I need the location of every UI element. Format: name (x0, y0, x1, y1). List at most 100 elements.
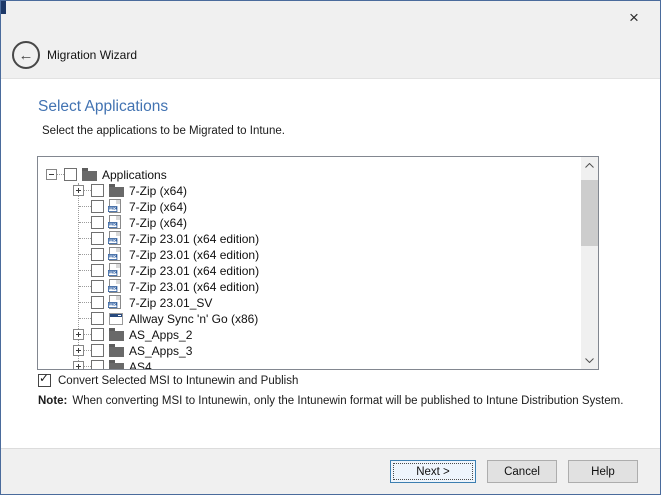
msi-badge: MSI (108, 270, 117, 276)
help-button[interactable]: Help (568, 460, 638, 483)
expander-plus-icon[interactable] (73, 361, 84, 369)
tree-item-label[interactable]: 7-Zip (x64) (129, 200, 187, 214)
migration-wizard-window: × ← Migration Wizard Select Applications… (0, 0, 661, 495)
tree-item-label[interactable]: Applications (102, 168, 167, 182)
cancel-button[interactable]: Cancel (487, 460, 557, 483)
tree-item[interactable]: MSI 7-Zip 23.01_SV (38, 295, 581, 311)
app-window-icon (109, 313, 123, 325)
tree-item[interactable]: AS_Apps_3 (38, 343, 581, 359)
tree-checkbox[interactable] (91, 216, 104, 229)
tree-item-label[interactable]: 7-Zip 23.01_SV (129, 296, 212, 310)
note-text: Note:When converting MSI to Intunewin, o… (38, 395, 623, 407)
folder-icon (82, 171, 97, 181)
msi-badge: MSI (108, 254, 117, 260)
tree-connector (79, 302, 91, 303)
tree-item[interactable]: MSI 7-Zip 23.01 (x64 edition) (38, 247, 581, 263)
folder-icon (109, 363, 124, 369)
wizard-header: ← Migration Wizard (1, 31, 660, 79)
tree-checkbox[interactable] (91, 296, 104, 309)
msi-icon: MSI (109, 231, 121, 245)
tree-connector (79, 206, 91, 207)
tree-checkbox[interactable] (91, 184, 104, 197)
tree-connector (79, 254, 91, 255)
tree-checkbox[interactable] (64, 168, 77, 181)
tree-item[interactable]: MSI 7-Zip 23.01 (x64 edition) (38, 279, 581, 295)
close-button[interactable]: × (618, 6, 650, 29)
msi-badge: MSI (108, 238, 117, 244)
tree-connector (79, 318, 91, 319)
folder-icon (109, 331, 124, 341)
wizard-title: Migration Wizard (47, 31, 137, 78)
msi-icon: MSI (109, 295, 121, 309)
checkmark-icon: ✓ (39, 372, 49, 385)
msi-badge: MSI (108, 302, 117, 308)
convert-checkbox[interactable]: ✓ (38, 374, 51, 387)
tree-item-label[interactable]: AS_Apps_2 (129, 328, 192, 342)
tree-checkbox[interactable] (91, 200, 104, 213)
titlebar: × (1, 1, 660, 31)
msi-badge: MSI (108, 286, 117, 292)
folder-icon (109, 187, 124, 197)
msi-icon: MSI (109, 247, 121, 261)
convert-checkbox-label[interactable]: Convert Selected MSI to Intunewin and Pu… (58, 375, 298, 387)
footer-button-bar: Next > Cancel Help (1, 448, 660, 494)
msi-badge: MSI (108, 206, 117, 212)
tree-item[interactable]: MSI 7-Zip 23.01 (x64 edition) (38, 231, 581, 247)
expander-plus-icon[interactable] (73, 329, 84, 340)
tree-connector (79, 222, 91, 223)
expander-plus-icon[interactable] (73, 345, 84, 356)
tree-item-label[interactable]: 7-Zip (x64) (129, 216, 187, 230)
tree-checkbox[interactable] (91, 344, 104, 357)
tree-checkbox[interactable] (91, 264, 104, 277)
tree-checkbox[interactable] (91, 280, 104, 293)
tree-checkbox[interactable] (91, 312, 104, 325)
applications-tree[interactable]: Applications7-Zip (x64)MSI7-Zip (x64)MSI… (37, 156, 599, 370)
tree-item-label[interactable]: 7-Zip 23.01 (x64 edition) (129, 280, 259, 294)
chevron-up-icon (585, 163, 594, 168)
tree-item-label[interactable]: 7-Zip 23.01 (x64 edition) (129, 264, 259, 278)
folder-icon (109, 347, 124, 357)
chevron-down-icon (585, 358, 594, 363)
tree-connector (79, 286, 91, 287)
tree-item[interactable]: AS_Apps_2 (38, 327, 581, 343)
tree-item-label[interactable]: 7-Zip 23.01 (x64 edition) (129, 232, 259, 246)
tree-checkbox[interactable] (91, 232, 104, 245)
tree-item-label[interactable]: AS4 (129, 360, 152, 369)
tree-item-label[interactable]: Allway Sync 'n' Go (x86) (129, 312, 258, 326)
tree-item[interactable]: 7-Zip (x64) (38, 183, 581, 199)
tree-checkbox[interactable] (91, 360, 104, 369)
tree-item[interactable]: Allway Sync 'n' Go (x86) (38, 311, 581, 327)
tree-connector (79, 270, 91, 271)
msi-icon: MSI (109, 215, 121, 229)
window-accent-corner (1, 1, 6, 14)
page-title: Select Applications (38, 98, 168, 116)
msi-icon: MSI (109, 263, 121, 277)
tree-rows: Applications7-Zip (x64)MSI7-Zip (x64)MSI… (38, 157, 581, 369)
tree-item[interactable]: MSI 7-Zip (x64) (38, 215, 581, 231)
tree-item[interactable]: Applications (38, 167, 581, 183)
close-icon: × (629, 8, 639, 28)
expander-minus-icon[interactable] (46, 169, 57, 180)
scrollbar-thumb[interactable] (581, 180, 598, 246)
msi-icon: MSI (109, 279, 121, 293)
expander-plus-icon[interactable] (73, 185, 84, 196)
tree-item-label[interactable]: AS_Apps_3 (129, 344, 192, 358)
instruction-text: Select the applications to be Migrated t… (42, 125, 285, 137)
tree-connector (79, 238, 91, 239)
tree-scrollbar[interactable] (581, 157, 598, 369)
tree-checkbox[interactable] (91, 248, 104, 261)
tree-item[interactable]: MSI 7-Zip 23.01 (x64 edition) (38, 263, 581, 279)
note-body: When converting MSI to Intunewin, only t… (72, 395, 623, 407)
tree-item[interactable]: MSI 7-Zip (x64) (38, 199, 581, 215)
back-arrow-icon: ← (19, 48, 34, 63)
tree-checkbox[interactable] (91, 328, 104, 341)
tree-connector (57, 174, 64, 175)
tree-item-label[interactable]: 7-Zip (x64) (129, 184, 187, 198)
msi-icon: MSI (109, 199, 121, 213)
scroll-down-button[interactable] (581, 352, 598, 369)
scroll-up-button[interactable] (581, 157, 598, 174)
tree-item-label[interactable]: 7-Zip 23.01 (x64 edition) (129, 248, 259, 262)
back-button[interactable]: ← (12, 41, 40, 69)
tree-item[interactable]: AS4 (38, 359, 581, 369)
next-button[interactable]: Next > (390, 460, 476, 483)
